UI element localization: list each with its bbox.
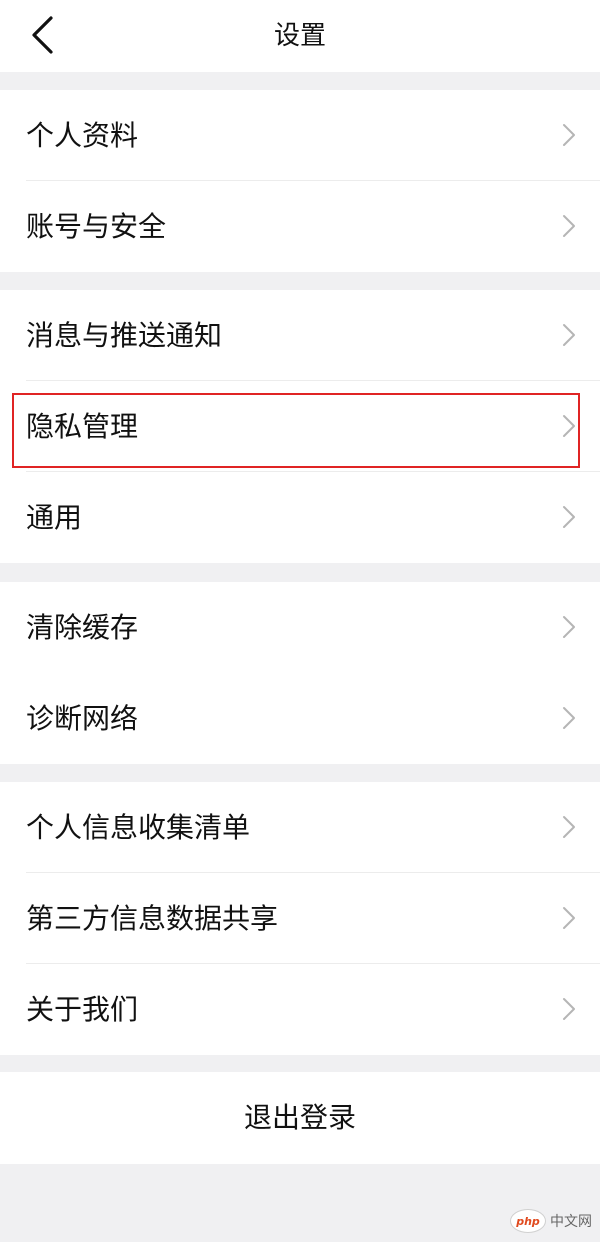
page-title: 设置 (273, 21, 326, 51)
settings-item-label: 清除缓存 (26, 611, 139, 644)
watermark: php 中文网 (510, 1206, 592, 1236)
chevron-right-icon (563, 124, 575, 146)
watermark-text: 中文网 (550, 1214, 592, 1230)
chevron-right-icon (563, 616, 575, 638)
settings-item-privacy[interactable]: 隐私管理 (0, 381, 600, 472)
header-bar: 设置 (0, 0, 600, 72)
chevron-right-icon (563, 816, 575, 838)
chevron-right-icon (563, 215, 575, 237)
settings-item-label: 隐私管理 (26, 410, 139, 443)
settings-item-label: 第三方信息数据共享 (26, 902, 279, 935)
settings-item-label: 账号与安全 (26, 210, 167, 243)
settings-item-label: 诊断网络 (26, 702, 139, 735)
chevron-right-icon (563, 998, 575, 1020)
chevron-right-icon (563, 907, 575, 929)
settings-item-personal-info-list[interactable]: 个人信息收集清单 (0, 782, 600, 873)
chevron-right-icon (563, 324, 575, 346)
chevron-right-icon (563, 707, 575, 729)
settings-group-account: 个人资料 账号与安全 (0, 90, 600, 272)
settings-item-general[interactable]: 通用 (0, 472, 600, 563)
settings-group-info: 个人信息收集清单 第三方信息数据共享 关于我们 (0, 782, 600, 1055)
settings-item-label: 个人信息收集清单 (26, 811, 251, 844)
settings-item-notifications[interactable]: 消息与推送通知 (0, 290, 600, 381)
settings-item-label: 通用 (26, 501, 83, 534)
settings-item-label: 消息与推送通知 (26, 319, 223, 352)
chevron-right-icon (563, 415, 575, 437)
chevron-right-icon (563, 506, 575, 528)
settings-item-label: 个人资料 (26, 119, 139, 152)
settings-group-tools: 清除缓存 诊断网络 (0, 582, 600, 764)
settings-item-third-party-sharing[interactable]: 第三方信息数据共享 (0, 873, 600, 964)
settings-item-label: 关于我们 (26, 993, 139, 1026)
settings-item-account-security[interactable]: 账号与安全 (0, 181, 600, 272)
settings-group-general: 消息与推送通知 隐私管理 通用 (0, 290, 600, 563)
php-logo: php (510, 1209, 546, 1233)
settings-item-about-us[interactable]: 关于我们 (0, 964, 600, 1055)
settings-item-clear-cache[interactable]: 清除缓存 (0, 582, 600, 673)
logout-button[interactable]: 退出登录 (0, 1072, 600, 1164)
settings-item-profile[interactable]: 个人资料 (0, 90, 600, 181)
settings-item-diagnose-network[interactable]: 诊断网络 (0, 673, 600, 764)
